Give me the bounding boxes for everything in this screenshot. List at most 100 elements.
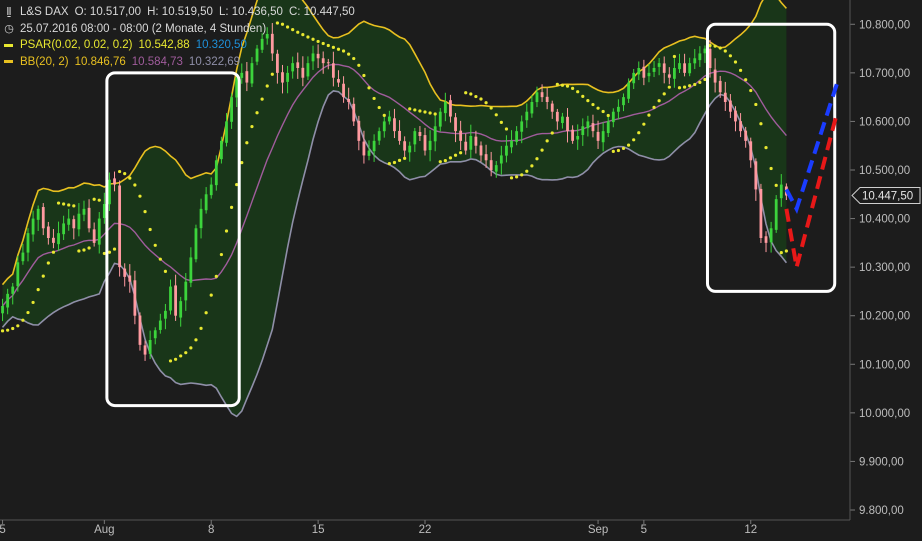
candle-body xyxy=(454,117,457,132)
candle-body xyxy=(41,207,45,229)
bb-value-upper: 10.846,76 xyxy=(74,55,126,68)
candle-body xyxy=(6,293,10,308)
psar-dot xyxy=(601,109,605,114)
psar-dot xyxy=(0,329,5,333)
psar-dot xyxy=(459,151,463,155)
psar-dot xyxy=(662,92,666,96)
candle-body xyxy=(489,160,493,170)
candle-body xyxy=(164,310,167,319)
candle-body xyxy=(1,306,4,314)
candle-body xyxy=(586,121,590,129)
x-tick-label: 8 xyxy=(208,524,214,536)
dax-chart[interactable]: 10.800,00 10.700,00 10.600,00 10.500,00 10.4… xyxy=(0,0,922,541)
psar-dot xyxy=(525,169,529,173)
psar-dot xyxy=(250,125,254,129)
psar-dot xyxy=(418,109,422,113)
candle-body xyxy=(357,120,361,141)
candle-body xyxy=(683,63,686,73)
psar-dot xyxy=(626,143,631,147)
candle-body xyxy=(443,102,447,114)
candle-body xyxy=(408,145,412,153)
candle-body xyxy=(133,280,137,316)
candle-body xyxy=(749,141,753,161)
candle-body xyxy=(82,208,86,215)
psar-dot xyxy=(515,175,519,179)
psar-dot xyxy=(667,85,671,89)
candle-body xyxy=(540,92,544,98)
psar-dot xyxy=(6,328,10,332)
candle-body xyxy=(118,185,122,268)
candle-body xyxy=(67,218,71,225)
psar-dot xyxy=(779,251,783,255)
candle-body xyxy=(713,69,717,83)
candle-body xyxy=(667,74,671,78)
candle-body xyxy=(169,286,172,311)
psar-dot xyxy=(520,173,524,177)
candle-body xyxy=(372,140,376,152)
candle-body xyxy=(734,110,737,122)
candle-body xyxy=(617,106,620,112)
x-tick-label: 5 xyxy=(0,524,6,536)
candle-body xyxy=(611,111,615,123)
psar-value-1: 10.542,88 xyxy=(138,39,190,51)
candle-body xyxy=(240,72,244,78)
candle-body xyxy=(759,188,763,238)
psar-dot xyxy=(92,197,96,201)
candle-body xyxy=(143,345,147,355)
candle-body xyxy=(494,165,498,172)
candle-body xyxy=(647,72,651,77)
candle xyxy=(357,115,361,151)
psar-dot xyxy=(672,54,677,59)
psar-dot xyxy=(606,113,610,118)
psar-dot xyxy=(36,287,40,292)
psar-dot xyxy=(749,88,753,93)
psar-dot xyxy=(565,84,570,88)
psar-dot xyxy=(499,120,503,124)
candle-body xyxy=(174,285,177,316)
psar-dot xyxy=(194,338,198,342)
candle-body xyxy=(499,155,503,164)
psar-dot xyxy=(596,106,600,110)
psar-dot xyxy=(67,203,71,207)
candle-body xyxy=(189,257,193,283)
candle-body xyxy=(123,268,127,277)
psar-dot xyxy=(423,110,427,114)
psar-dot xyxy=(209,293,213,297)
candle-body xyxy=(566,116,569,132)
candle-body xyxy=(26,233,30,253)
candle-body xyxy=(77,213,81,230)
candle-body xyxy=(286,72,289,82)
psar-dot xyxy=(77,249,81,253)
high-value: 10.519,50 xyxy=(161,6,213,18)
psar-dot xyxy=(245,141,249,145)
candle-body xyxy=(469,136,473,150)
psar-dot xyxy=(224,229,229,233)
psar-dot xyxy=(677,86,682,90)
psar-dot xyxy=(754,102,758,107)
psar-dot xyxy=(443,159,447,163)
bb-name: BB(20, 2) xyxy=(20,55,69,68)
candle-body xyxy=(413,131,417,145)
psar-dot xyxy=(199,326,203,330)
psar-dot xyxy=(403,156,407,160)
psar-dot xyxy=(41,274,45,278)
candle-body xyxy=(46,226,50,238)
psar-dot xyxy=(133,183,137,187)
close-value: 10.447,50 xyxy=(303,6,355,18)
psar-dot xyxy=(576,90,580,94)
y-tick-label: 10.400,00 xyxy=(859,214,910,226)
psar-dot xyxy=(484,101,488,105)
candle-body xyxy=(352,103,356,122)
candle-body xyxy=(774,199,778,230)
candle-body xyxy=(438,111,442,127)
psar-dot xyxy=(138,194,142,198)
psar-dot xyxy=(118,169,122,174)
psar-dot xyxy=(255,111,259,115)
candle-body xyxy=(158,320,162,330)
psar-dot xyxy=(97,198,101,202)
candlestick-icon: Ⅱ̱ xyxy=(6,6,12,18)
psar-dot xyxy=(647,113,651,117)
low-value: 10.436,50 xyxy=(231,6,283,18)
candle-body xyxy=(16,262,20,287)
psar-dot xyxy=(372,96,376,101)
